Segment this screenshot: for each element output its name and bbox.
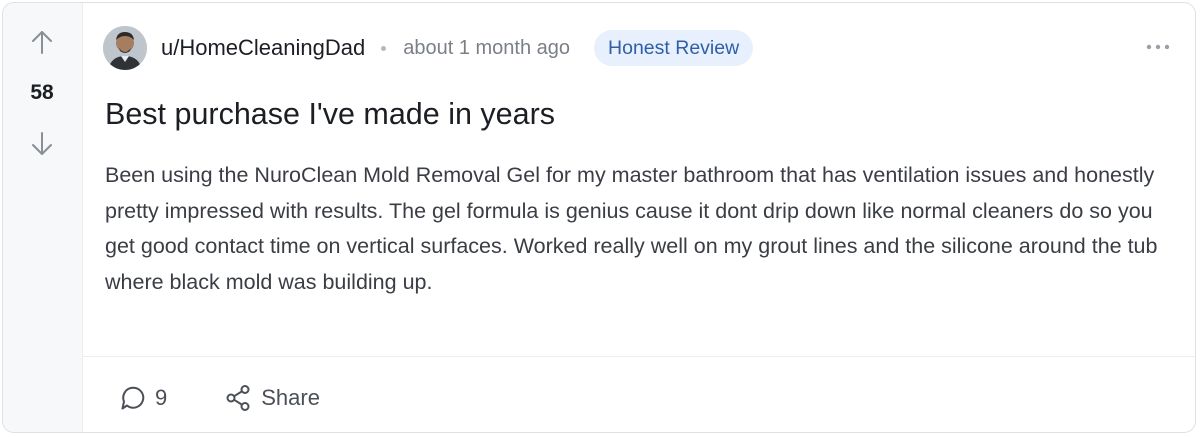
post-actions: 9 Share [119,379,320,417]
share-label: Share [261,385,320,410]
post-title[interactable]: Best purchase I've made in years [105,97,555,132]
upvote-button[interactable] [27,27,57,57]
arrow-up-icon [32,31,52,54]
post-timestamp: about 1 month ago [403,36,571,59]
separator-dot [381,45,387,51]
author-username[interactable]: u/HomeCleaningDad [161,35,365,61]
vote-count: 58 [30,81,54,104]
share-button[interactable]: Share [225,384,320,412]
share-icon [226,385,250,411]
post-body: Been using the NuroClean Mold Removal Ge… [105,163,1158,294]
post-card: 58 u/HomeCleaningDad about 1 month ago H… [2,2,1196,433]
comments-count: 9 [155,385,168,410]
actions-divider [83,356,1195,357]
more-horizontal-icon [1146,44,1170,50]
comment-icon [121,386,145,410]
downvote-button[interactable] [27,129,57,159]
post-main: u/HomeCleaningDad about 1 month ago Hone… [83,3,1195,432]
avatar[interactable] [103,26,147,70]
comments-button[interactable]: 9 [119,384,167,412]
more-options-button[interactable] [1143,35,1173,59]
arrow-down-icon [32,132,52,155]
vote-rail: 58 [3,3,83,432]
post-header: u/HomeCleaningDad about 1 month ago Hone… [103,25,754,71]
flair-badge[interactable]: Honest Review [594,30,754,66]
